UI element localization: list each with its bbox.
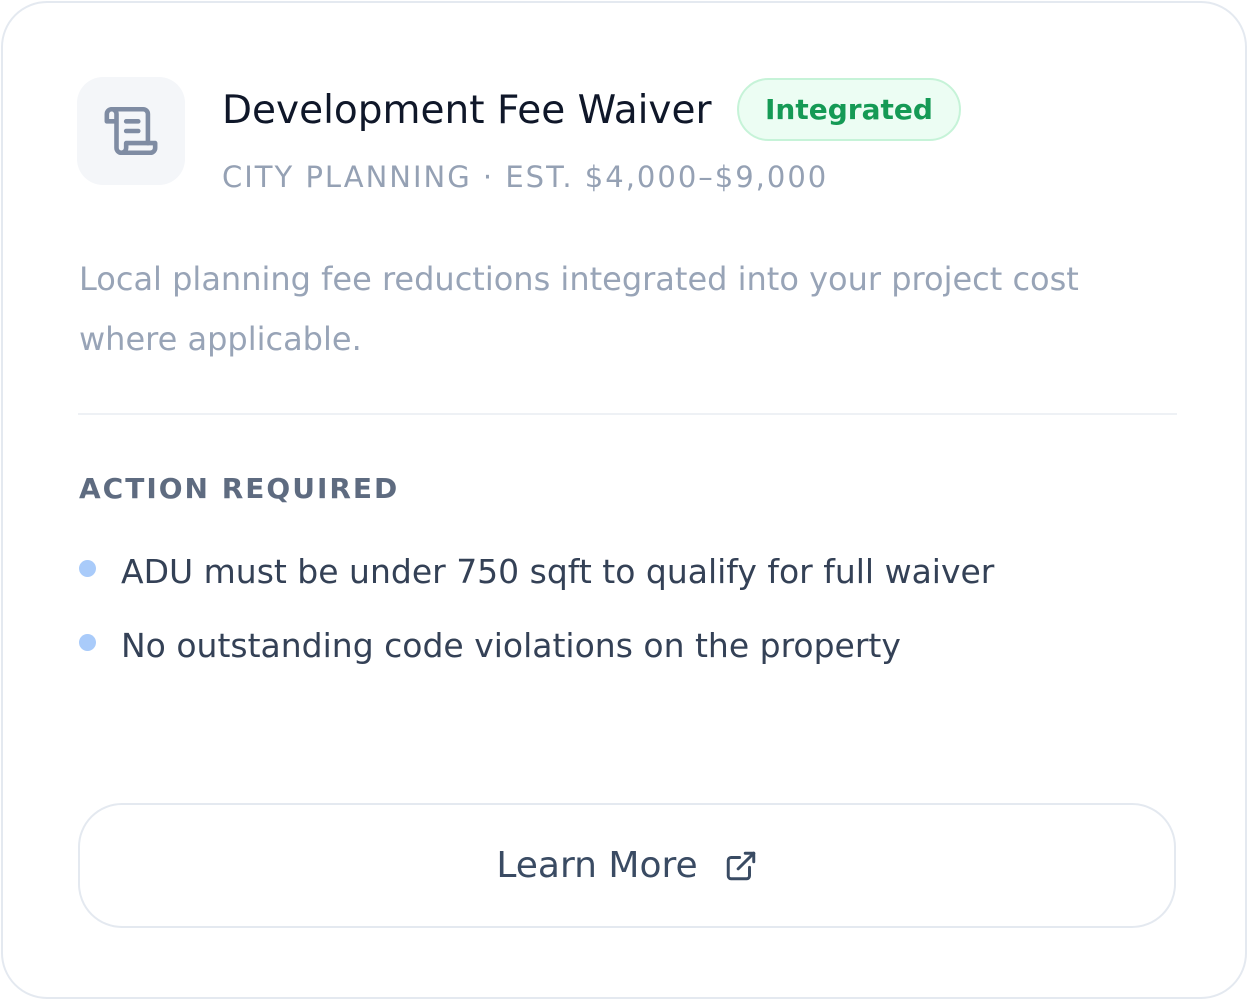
scroll-icon [104,106,158,156]
list-item: ADU must be under 750 sqft to qualify fo… [79,541,994,601]
requirements-list: ADU must be under 750 sqft to qualify fo… [79,541,994,689]
bullet-dot [79,559,96,577]
requirement-text: No outstanding code violations on the pr… [121,625,901,665]
program-subtitle: CITY PLANNING · EST. $4,000–$9,000 [222,160,829,194]
learn-more-button[interactable]: Learn More [78,803,1176,928]
list-item: No outstanding code violations on the pr… [79,615,994,675]
status-badge: Integrated [737,78,961,141]
requirement-text: ADU must be under 750 sqft to qualify fo… [121,551,995,591]
learn-more-label: Learn More [496,845,698,886]
program-icon-tile [77,77,185,185]
external-link-icon [724,849,758,883]
program-description: Local planning fee reductions integrated… [79,260,1079,358]
bullet-dot [79,633,96,651]
action-required-heading: ACTION REQUIRED [79,472,400,505]
program-card: Development Fee Waiver Integrated CITY P… [1,1,1247,999]
section-divider [78,413,1177,415]
program-title: Development Fee Waiver [222,88,712,133]
